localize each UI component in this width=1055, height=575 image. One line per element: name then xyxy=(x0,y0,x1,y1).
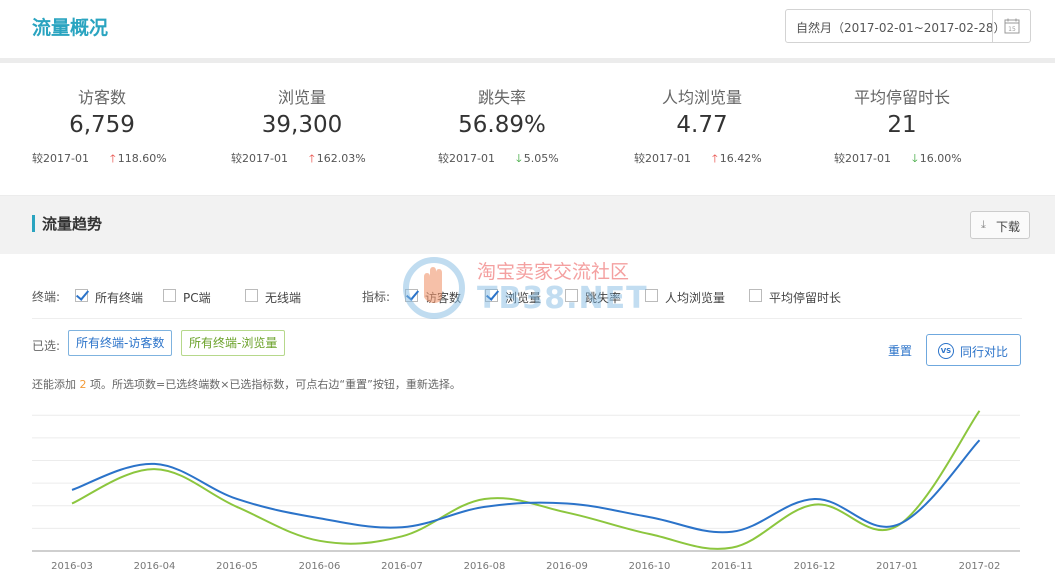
stat-value: 39,300 xyxy=(261,112,343,138)
calendar-icon: 15 xyxy=(1004,18,1020,34)
checkbox[interactable] xyxy=(75,289,88,302)
stat-value: 21 xyxy=(887,112,917,138)
x-tick-label: 2016-03 xyxy=(51,561,93,572)
x-tick-label: 2016-12 xyxy=(794,561,836,572)
download-icon: ⤓ xyxy=(981,218,986,231)
checkbox[interactable] xyxy=(485,289,498,302)
calendar-day: 15 xyxy=(1008,26,1016,33)
header: 流量概况 自然月（2017-02-01~2017-02-28） 15 xyxy=(0,0,1055,58)
arrow-down-icon: 🡓 xyxy=(912,152,918,165)
stat-label: 浏览量 xyxy=(277,88,326,107)
stat-value: 56.89% xyxy=(458,112,546,138)
date-range-text: 自然月（2017-02-01~2017-02-28） xyxy=(796,21,1006,35)
selected-label: 已选: xyxy=(32,339,61,353)
stat-value: 6,759 xyxy=(69,112,135,138)
x-tick-label: 2017-02 xyxy=(959,561,1001,572)
stat-compare: 较2017-01 xyxy=(634,152,691,165)
filter-row: 终端: 所有终端 PC端 无线端 指标: 访客数 浏览量 跳失率 人均浏览量 平… xyxy=(32,289,842,305)
arrow-up-icon: 🡑 xyxy=(110,152,116,165)
stat-compare: 较2017-01 xyxy=(32,152,89,165)
stat-change: 🡑 162.03% xyxy=(309,150,366,169)
section-marker xyxy=(32,215,35,232)
checkbox[interactable] xyxy=(405,289,418,302)
checkbox[interactable] xyxy=(245,289,258,302)
x-tick-label: 2016-04 xyxy=(134,561,176,572)
trend-title: 流量趋势 xyxy=(42,215,103,233)
vs-icon: VS xyxy=(938,343,954,359)
peer-compare-label: 同行对比 xyxy=(960,345,1009,359)
terminal-label: 终端: xyxy=(32,290,61,304)
stat-change: 🡓 5.05% xyxy=(516,150,559,169)
checkbox[interactable] xyxy=(163,289,176,302)
x-tick-label: 2016-10 xyxy=(629,561,671,572)
hint-text: 还能添加 2 项。所选项数=已选终端数×已选指标数，可点右边“重置”按钮，重新选… xyxy=(32,378,461,391)
stat-change: 🡓 16.00% xyxy=(912,150,962,169)
reset-link[interactable]: 重置 xyxy=(888,342,912,359)
stat-label: 人均浏览量 xyxy=(661,88,742,107)
stat-compare: 较2017-01 xyxy=(834,152,891,165)
stats-panel: 访客数 6,759 较2017-01 🡑 118.60% 浏览量 39,300 较… xyxy=(0,63,1055,195)
stat-compare: 较2017-01 xyxy=(231,152,288,165)
arrow-up-icon: 🡑 xyxy=(309,152,315,165)
stat-label: 访客数 xyxy=(77,88,126,107)
stat-change: 🡑 16.42% xyxy=(712,150,762,169)
x-tick-label: 2017-01 xyxy=(876,561,918,572)
calendar-button[interactable]: 15 xyxy=(992,10,1030,42)
trend-header: 流量趋势 ⤓ 下载 xyxy=(0,196,1055,254)
date-range-picker[interactable]: 自然月（2017-02-01~2017-02-28） 15 xyxy=(785,9,1031,43)
arrow-up-icon: 🡑 xyxy=(712,152,718,165)
x-tick-label: 2016-07 xyxy=(381,561,423,572)
checkbox[interactable] xyxy=(565,289,578,302)
selected-chip-pageviews[interactable]: 所有终端-浏览量 xyxy=(181,330,286,356)
divider xyxy=(32,318,1022,319)
checkbox[interactable] xyxy=(645,289,658,302)
stat-value: 4.77 xyxy=(676,112,728,138)
metric-label: 指标: xyxy=(362,290,391,304)
arrow-down-icon: 🡓 xyxy=(516,152,522,165)
stat-label: 跳失率 xyxy=(477,88,526,107)
series-visitors-line[interactable] xyxy=(71,439,981,534)
download-button[interactable]: ⤓ 下载 xyxy=(970,211,1030,239)
stat-change: 🡑 118.60% xyxy=(110,150,167,169)
stat-label: 平均停留时长 xyxy=(853,88,950,107)
x-tick-label: 2016-06 xyxy=(299,561,341,572)
download-label: 下载 xyxy=(996,220,1021,234)
trend-panel: 终端: 所有终端 PC端 无线端 指标: 访客数 浏览量 跳失率 人均浏览量 平… xyxy=(0,254,1055,575)
checkbox[interactable] xyxy=(749,289,762,302)
selected-chip-visitors[interactable]: 所有终端-访客数 xyxy=(68,330,173,356)
x-tick-label: 2016-11 xyxy=(711,561,753,572)
x-tick-label: 2016-09 xyxy=(546,561,588,572)
page-title: 流量概况 xyxy=(32,17,109,39)
traffic-trend-chart: 2016-03 2016-04 2016-05 2016-06 2016-07 2016-… xyxy=(32,410,1020,572)
peer-compare-button[interactable]: VS 同行对比 xyxy=(926,334,1021,366)
stat-compare: 较2017-01 xyxy=(438,152,495,165)
x-tick-label: 2016-05 xyxy=(216,561,258,572)
x-tick-label: 2016-08 xyxy=(464,561,506,572)
